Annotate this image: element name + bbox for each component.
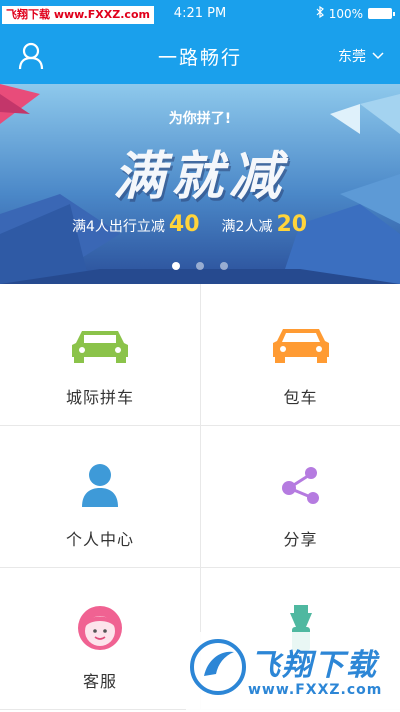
- menu-item-intercity-carpool[interactable]: 城际拼车: [0, 284, 200, 426]
- menu-item-personal-center[interactable]: 个人中心: [0, 426, 200, 568]
- bluetooth-icon: [316, 5, 324, 21]
- city-selector[interactable]: 东莞: [338, 46, 384, 66]
- menu-label: 客服: [82, 672, 117, 691]
- share-icon: [271, 462, 331, 510]
- menu-label: 城际拼车: [65, 388, 134, 407]
- menu-item-charter[interactable]: 包车: [200, 284, 400, 426]
- battery-icon: [368, 8, 395, 19]
- carousel-dot[interactable]: [172, 262, 180, 270]
- menu-label: 包车: [283, 388, 318, 407]
- status-indicators: 100%: [316, 5, 395, 21]
- promo1-value: 40: [168, 212, 200, 237]
- watermark-logo-icon: [190, 636, 246, 702]
- promo2-text: 满2人减: [221, 219, 273, 235]
- banner-promo: 满4人出行立减 40 满2人减 20: [72, 212, 307, 237]
- car-orange-icon: [271, 320, 331, 368]
- promo1-text: 满4人出行立减: [72, 219, 165, 235]
- city-label: 东莞: [338, 49, 366, 65]
- promo2-value: 20: [276, 212, 308, 237]
- menu-item-share[interactable]: 分享: [200, 426, 400, 568]
- menu-label: 个人中心: [65, 530, 134, 549]
- carousel-dot[interactable]: [196, 262, 204, 270]
- nav-bar: 一路畅行 东莞: [0, 28, 400, 84]
- chevron-down-icon: [372, 48, 384, 64]
- promo-banner[interactable]: 为你拼了! 满就减 满4人出行立减 40 满2人减 20: [0, 84, 400, 284]
- watermark-overlay: 飞翔下载 www.FXXZ.com: [186, 632, 400, 712]
- person-icon: [70, 462, 130, 510]
- banner-headline: 满就减: [112, 147, 287, 207]
- watermark-url: www.FXXZ.com: [248, 682, 383, 698]
- carousel-dot[interactable]: [220, 262, 228, 270]
- banner-subtitle: 为你拼了!: [168, 111, 232, 127]
- menu-item-customer-service[interactable]: 客服: [0, 568, 200, 710]
- carousel-indicators: [0, 262, 400, 270]
- menu-label: 分享: [283, 530, 318, 549]
- battery-percent: 100%: [328, 6, 363, 21]
- customer-service-icon: [70, 604, 130, 652]
- car-green-icon: [70, 320, 130, 368]
- status-bar: 飞翔下载 www.FXXZ.com 4:21 PM 100%: [0, 0, 400, 28]
- watermark-brand: 飞翔下载: [250, 648, 378, 683]
